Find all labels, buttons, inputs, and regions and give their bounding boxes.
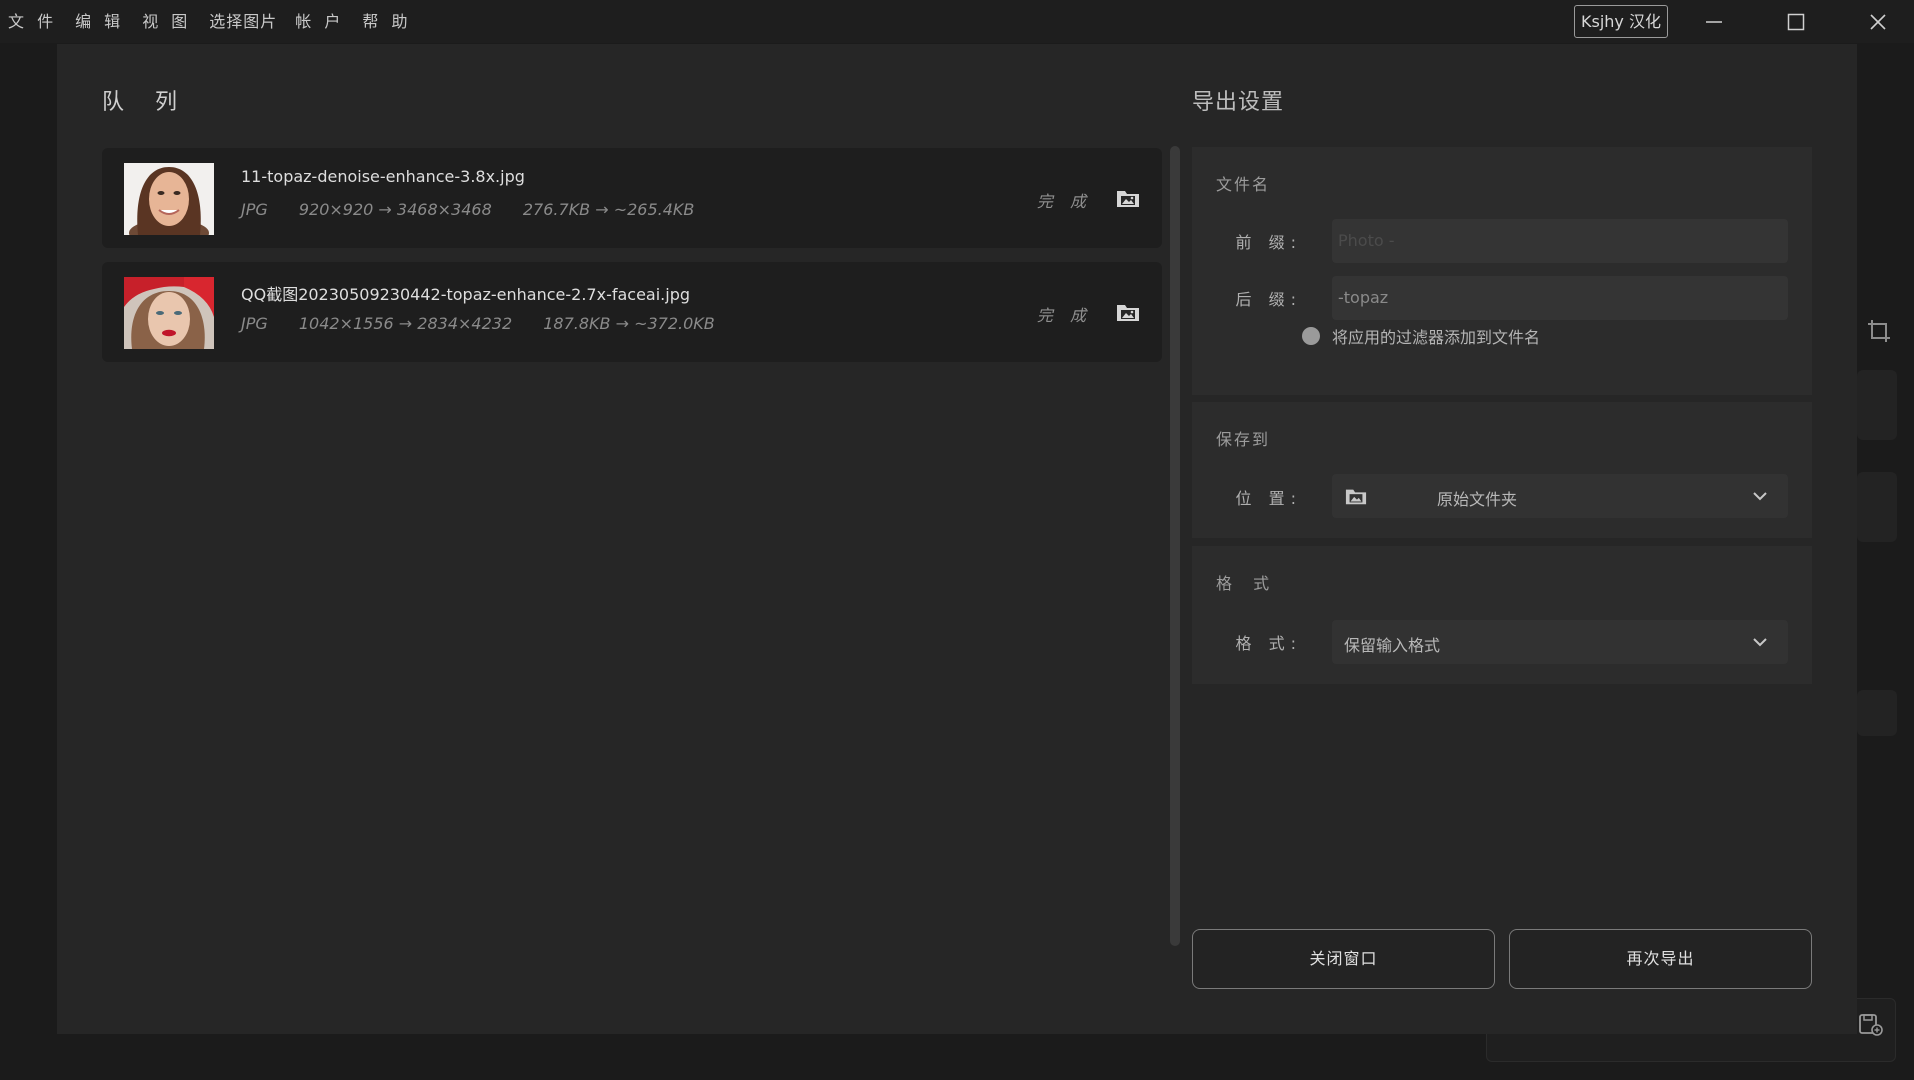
- queue-item-meta: JPG 1042×1556 → 2834×4232 187.8KB → ~372…: [241, 314, 741, 333]
- suffix-input[interactable]: -topaz: [1332, 276, 1788, 320]
- format-panel: 格 式 格 式: 保留输入格式: [1192, 546, 1812, 684]
- menu-help[interactable]: 帮 助: [354, 0, 417, 43]
- filename-section-title: 文件名: [1216, 175, 1271, 194]
- menu-edit[interactable]: 编 辑: [67, 0, 130, 43]
- queue-title: 队 列: [102, 90, 189, 115]
- filter-toggle-label: 将应用的过滤器添加到文件名: [1332, 328, 1541, 347]
- save-export-icon[interactable]: [1858, 1013, 1884, 1037]
- image-thumbnail: [124, 163, 214, 235]
- background-card: [1857, 370, 1897, 440]
- format-select[interactable]: 保留输入格式: [1332, 620, 1788, 664]
- maximize-icon: [1787, 13, 1805, 30]
- queue-item-status: 完 成: [1036, 306, 1092, 325]
- location-select[interactable]: 原始文件夹: [1332, 474, 1788, 518]
- queue-item-dimensions: 1042×1556 → 2834×4232: [298, 314, 513, 333]
- save-to-panel: 保存到 位 置: 原始文件夹: [1192, 402, 1812, 538]
- queue-item[interactable]: QQ截图20230509230442-topaz-enhance-2.7x-fa…: [102, 262, 1162, 362]
- close-dialog-button[interactable]: 关闭窗口: [1192, 929, 1495, 989]
- queue-item-filename: 11-topaz-denoise-enhance-3.8x.jpg: [241, 167, 525, 186]
- background-card: [1857, 690, 1897, 736]
- menu-view[interactable]: 视 图: [134, 0, 197, 43]
- minimize-button[interactable]: [1678, 0, 1750, 43]
- filename-panel: 文件名 前 缀: Photo - 后 缀: -topaz 将应用的过滤器添加到文…: [1192, 147, 1812, 395]
- minimize-icon: [1706, 20, 1722, 23]
- crop-icon[interactable]: [1866, 318, 1892, 344]
- background-side-panel: [1856, 43, 1914, 1080]
- folder-icon: [1345, 489, 1367, 505]
- chevron-down-icon: [1753, 638, 1767, 647]
- queue-item-size: 187.8KB → ~372.0KB: [543, 314, 715, 333]
- queue-item-status: 完 成: [1036, 192, 1092, 211]
- localization-badge: Ksjhy 汉化: [1574, 5, 1668, 38]
- queue-item-meta: JPG 920×920 → 3468×3468 276.7KB → ~265.4…: [241, 200, 720, 219]
- menu-bar: 文 件 编 辑 视 图 选择图片 帐 户 帮 助: [0, 0, 421, 43]
- menu-file[interactable]: 文 件: [0, 0, 63, 43]
- menu-select-image[interactable]: 选择图片: [201, 0, 283, 43]
- format-value: 保留输入格式: [1344, 636, 1441, 655]
- format-section-title: 格 式: [1216, 574, 1278, 593]
- queue-item-format: JPG: [241, 314, 268, 333]
- format-label: 格 式:: [1235, 634, 1302, 653]
- close-window-button[interactable]: [1842, 0, 1914, 43]
- queue-item[interactable]: 11-topaz-denoise-enhance-3.8x.jpg JPG 92…: [102, 148, 1162, 248]
- open-folder-icon[interactable]: [1115, 186, 1141, 210]
- queue-item-filename: QQ截图20230509230442-topaz-enhance-2.7x-fa…: [241, 285, 691, 304]
- export-dialog: 队 列 导出设置 11-topaz-denoise-enhance-3.8x.j…: [57, 44, 1857, 1034]
- filter-toggle[interactable]: [1302, 327, 1320, 345]
- location-label: 位 置:: [1235, 489, 1302, 508]
- image-thumbnail: [124, 277, 214, 349]
- queue-item-dimensions: 920×920 → 3468×3468: [298, 200, 492, 219]
- queue-item-format: JPG: [241, 200, 268, 219]
- queue-item-size: 276.7KB → ~265.4KB: [522, 200, 695, 219]
- export-again-button[interactable]: 再次导出: [1509, 929, 1812, 989]
- chevron-down-icon: [1753, 492, 1767, 501]
- open-folder-icon[interactable]: [1115, 300, 1141, 324]
- prefix-label: 前 缀:: [1235, 233, 1302, 252]
- suffix-label: 后 缀:: [1235, 290, 1302, 309]
- menu-account[interactable]: 帐 户: [287, 0, 350, 43]
- queue-scrollbar[interactable]: [1170, 146, 1180, 946]
- export-settings-title: 导出设置: [1192, 90, 1285, 115]
- close-icon: [1870, 13, 1886, 30]
- background-card: [1857, 472, 1897, 542]
- prefix-input[interactable]: Photo -: [1332, 219, 1788, 263]
- location-value: 原始文件夹: [1437, 490, 1518, 509]
- title-bar: 文 件 编 辑 视 图 选择图片 帐 户 帮 助 Ksjhy 汉化: [0, 0, 1914, 43]
- maximize-button[interactable]: [1760, 0, 1832, 43]
- save-to-section-title: 保存到: [1216, 430, 1271, 449]
